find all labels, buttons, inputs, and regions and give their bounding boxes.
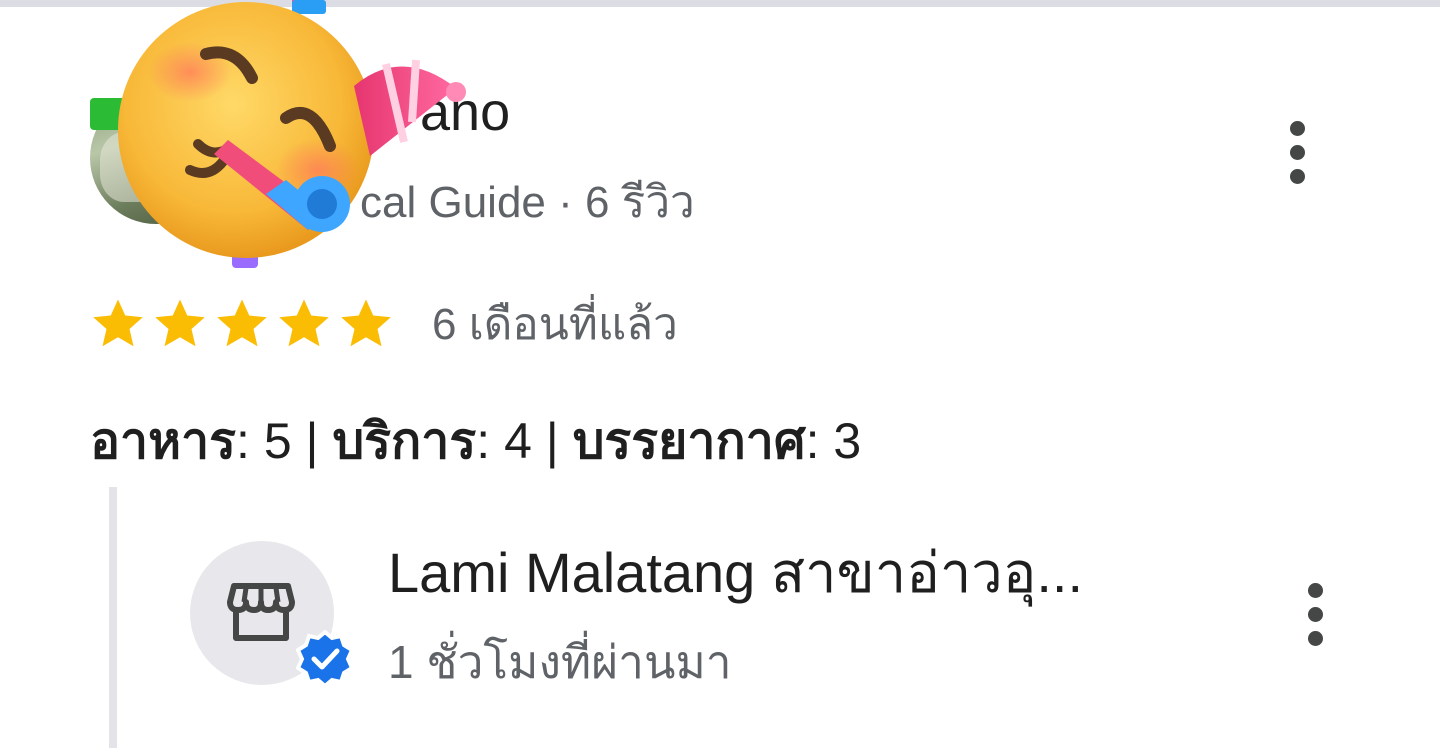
more-vert-dot [1307, 630, 1323, 646]
aspect-colon: : [236, 413, 250, 469]
aspect-colon: : [476, 413, 491, 469]
more-vert-dot [1289, 144, 1305, 160]
aspect-divider: | [305, 413, 319, 469]
aspect-ratings: อาหาร: 5 | บริการ: 4 | บรรยากาศ: 3 [90, 410, 861, 472]
aspect-label-service: บริการ [332, 413, 477, 469]
aspect-label-atmosphere: บรรยากาศ [572, 413, 806, 469]
star-icon [155, 299, 205, 347]
more-vert-dot [1289, 168, 1305, 184]
reply-time: 1 ชั่วโมงที่ผ่านมา [388, 636, 732, 688]
star-icon [93, 299, 143, 347]
star-rating [88, 294, 396, 354]
review-date: 6 เดือนที่แล้ว [432, 300, 678, 349]
review-card: ano cal Guide · 6 รีวิว 6 เดือนที่แล้ว อ… [0, 0, 1440, 748]
owner-reply-border [109, 487, 117, 748]
aspect-colon: : [805, 413, 820, 469]
reviewer-more-options-button[interactable] [1277, 112, 1317, 192]
star-icon [217, 299, 267, 347]
verified-badge-icon [296, 630, 354, 688]
store-icon [227, 583, 295, 641]
aspect-value-food: 5 [263, 413, 292, 469]
aspect-value-service: 4 [504, 413, 532, 469]
star-icon [341, 299, 391, 347]
party-face-emoji [90, 0, 466, 268]
owner-name[interactable]: Lami Malatang สาขาอ่าวอุ... [388, 540, 1083, 606]
aspect-value-atmosphere: 3 [833, 413, 862, 469]
more-vert-icon [1307, 582, 1323, 598]
more-vert-icon [1289, 120, 1305, 136]
aspect-label-food: อาหาร [90, 413, 236, 469]
reply-more-options-button[interactable] [1295, 574, 1335, 654]
star-icon [279, 299, 329, 347]
more-vert-dot [1307, 606, 1323, 622]
aspect-divider: | [545, 413, 559, 469]
